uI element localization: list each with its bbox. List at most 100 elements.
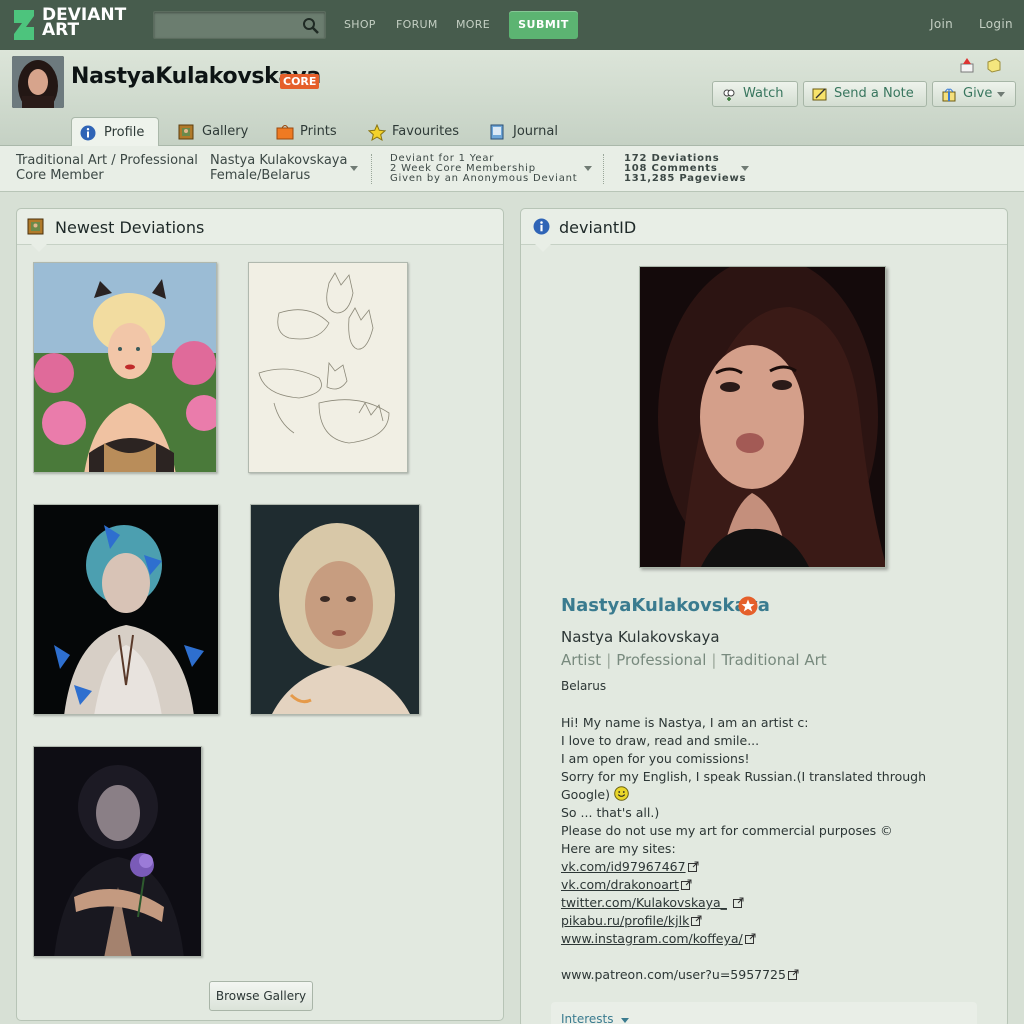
nav-forum-link[interactable]: FORUM (396, 18, 438, 31)
deviation-image (251, 505, 419, 714)
bio-line: Google) (561, 786, 961, 804)
tab-profile-label: Profile (104, 125, 145, 140)
deviantid-title: deviantID (559, 218, 637, 237)
bio-link-row: twitter.com/Kulakovskaya_ (561, 894, 961, 912)
membership-info[interactable]: Deviant for 1 Year 2 Week Core Membershi… (390, 154, 577, 184)
gallery-frame-icon (27, 218, 44, 235)
profile-stats[interactable]: 172 Deviations 108 Comments 131,285 Page… (624, 154, 746, 184)
member-status: Core Member (16, 168, 104, 183)
tag-traditional-art: Traditional Art (721, 651, 827, 669)
patreon-link[interactable]: www.patreon.com/user?u=5957725 (561, 967, 786, 982)
avatar-image (12, 56, 64, 108)
member-identity[interactable]: Nastya Kulakovskaya Female/Belarus (210, 153, 347, 183)
login-link[interactable]: Login (979, 17, 1013, 31)
deviantid-header: deviantID (521, 209, 1007, 245)
tab-favourites[interactable]: Favourites (360, 117, 472, 147)
bio-line: Please do not use my art for commercial … (561, 823, 893, 838)
bio-line: So ... that's all.) (561, 805, 660, 820)
deviation-thumbnail[interactable] (33, 504, 219, 715)
deviation-image (34, 263, 216, 472)
vk-link[interactable]: vk.com/id97967467 (561, 859, 686, 874)
panel-notch (31, 244, 47, 252)
profile-photo-image (640, 267, 885, 567)
divider (371, 154, 372, 184)
deviantid-photo (639, 266, 886, 568)
bio-line: Sorry for my English, I speak Russian.(I… (561, 769, 926, 784)
newest-deviations-header: Newest Deviations (17, 209, 503, 245)
info-icon (80, 125, 96, 141)
stats-dropdown-icon[interactable] (741, 166, 749, 171)
deviation-thumbnail[interactable] (250, 504, 420, 715)
deviation-thumbnail[interactable] (248, 262, 408, 473)
deviation-thumbnail[interactable] (33, 746, 202, 957)
journal-icon (490, 124, 504, 140)
member-realname: Nastya Kulakovskaya (210, 153, 348, 168)
watch-button[interactable]: Watch (712, 81, 798, 107)
profile-header: NastyaKulakovskaya CORE Watch Send a Not… (0, 50, 1024, 148)
core-badge: CORE (280, 74, 320, 89)
bio-link-row: www.patreon.com/user?u=5957725 (561, 966, 961, 984)
join-link[interactable]: Join (930, 17, 953, 31)
deviantart-logo[interactable]: DEVIANT ART (12, 5, 132, 42)
logo-text: DEVIANT ART (42, 5, 127, 40)
instagram-link[interactable]: www.instagram.com/koffeya/ (561, 931, 743, 946)
membership-giver: Given by an Anonymous Deviant (390, 173, 578, 184)
bio-link-row: vk.com/drakonoart (561, 876, 961, 894)
tab-prints[interactable]: Prints (268, 117, 354, 147)
give-caret-icon (997, 92, 1005, 97)
watch-label: Watch (743, 86, 784, 101)
pikabu-link[interactable]: pikabu.ru/profile/kjlk (561, 913, 689, 928)
interests-caret-icon (621, 1018, 629, 1023)
search-input[interactable] (153, 11, 326, 39)
bio-link-row: www.instagram.com/koffeya/ (561, 930, 961, 948)
identity-dropdown-icon[interactable] (350, 166, 358, 171)
note-label: Send a Note (834, 86, 914, 101)
bio-line: I am open for you comissions! (561, 751, 750, 766)
bio-line: Here are my sites: (561, 841, 676, 856)
tab-gallery[interactable]: Gallery (170, 117, 260, 147)
deviation-image (34, 747, 201, 956)
avatar[interactable] (12, 56, 64, 108)
send-note-button[interactable]: Send a Note (803, 81, 927, 107)
bio-line: I love to draw, read and smile... (561, 733, 760, 748)
tab-gallery-label: Gallery (202, 124, 249, 139)
deviation-image (34, 505, 218, 714)
tab-journal[interactable]: Journal (481, 117, 571, 147)
gift-badge-icon[interactable] (985, 56, 1003, 74)
tab-profile[interactable]: Profile (71, 117, 159, 148)
twitter-link[interactable]: twitter.com/Kulakovskaya_ (561, 895, 727, 910)
give-button[interactable]: Give (932, 81, 1016, 107)
divider (603, 154, 604, 184)
tab-journal-label: Journal (513, 124, 558, 139)
star-icon (368, 124, 386, 141)
deviation-thumbnail[interactable] (33, 262, 217, 473)
smiley-emoticon-icon (614, 786, 629, 801)
deviantid-tags: Artist | Professional | Traditional Art (561, 651, 827, 669)
panel-notch (535, 244, 551, 252)
bio-spacer (561, 948, 961, 966)
info-icon (533, 218, 550, 235)
deviantid-realname: Nastya Kulakovskaya (561, 628, 720, 646)
gallery-icon (178, 124, 194, 140)
bio-link-row: pikabu.ru/profile/kjlk (561, 912, 961, 930)
interests-toggle[interactable]: Interests (551, 1002, 977, 1024)
member-type: Traditional Art / Professional Core Memb… (16, 153, 198, 183)
search-icon[interactable] (302, 17, 320, 35)
tag-artist: Artist (561, 651, 602, 669)
interests-label: Interests (561, 1012, 614, 1024)
deviantid-panel: deviantID NastyaKulakovskaya Nastya Kula… (520, 208, 1008, 1024)
prints-icon (276, 125, 294, 140)
vk-drakonoart-link[interactable]: vk.com/drakonoart (561, 877, 679, 892)
browse-gallery-button[interactable]: Browse Gallery (209, 981, 313, 1011)
top-navigation-bar: DEVIANT ART SHOP FORUM MORE SUBMIT Join … (0, 0, 1024, 50)
deviantid-location: Belarus (561, 679, 607, 693)
llama-badge-icon[interactable] (958, 56, 976, 74)
nav-more-link[interactable]: MORE (456, 18, 490, 31)
watch-plus-icon (723, 89, 735, 101)
member-gender-location: Female/Belarus (210, 168, 311, 183)
nav-shop-link[interactable]: SHOP (344, 18, 376, 31)
membership-dropdown-icon[interactable] (584, 166, 592, 171)
submit-button[interactable]: SUBMIT (509, 11, 578, 39)
give-label: Give (963, 86, 993, 101)
pageviews-count: 131,285 Pageviews (624, 173, 747, 184)
